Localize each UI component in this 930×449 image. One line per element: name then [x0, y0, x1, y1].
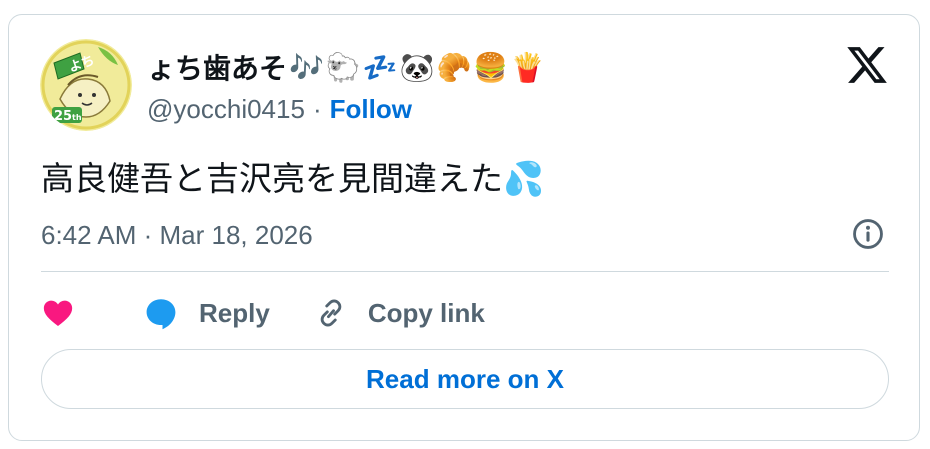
action-bar: Reply Copy link [41, 293, 485, 333]
sheep-emoji: 🐑 [325, 50, 361, 84]
avatar-badge: 25 [54, 109, 72, 124]
heart-icon [43, 300, 73, 327]
burger-emoji: 🍔 [473, 50, 509, 84]
reply-label: Reply [199, 297, 270, 328]
tweet-text: 高良健吾と吉沢亮を見間違えた💦 [41, 155, 544, 203]
display-name-text: ょち歯あそ [147, 52, 288, 85]
read-more-label: Read more on X [366, 363, 564, 394]
handle-row: @yocchi0415 · Follow [147, 91, 412, 127]
display-name[interactable]: ょち歯あそ 🎶 🐑 💤 🐼 🥐 🍔 🍟 [147, 47, 545, 87]
like-button[interactable] [41, 296, 75, 330]
sweat-droplets-emoji: 💦 [503, 159, 545, 198]
copy-link-label: Copy link [367, 297, 485, 328]
copy-link-button[interactable]: Copy link [314, 296, 485, 330]
timestamp[interactable]: 6:42 AM · Mar 18, 2026 [41, 215, 313, 255]
link-icon [320, 299, 342, 327]
croissant-emoji: 🥐 [436, 50, 472, 84]
follow-link[interactable]: Follow [330, 94, 412, 125]
tweet-body: 高良健吾と吉沢亮を見間違えた [41, 159, 503, 198]
panda-emoji: 🐼 [399, 50, 435, 84]
separator-dot: · [312, 93, 322, 124]
avatar[interactable]: よち 25 th [40, 39, 132, 131]
avatar-image: よち 25 th [40, 39, 132, 131]
avatar-badge-suffix: th [72, 113, 82, 122]
read-more-button[interactable]: Read more on X [41, 349, 889, 409]
reply-button[interactable]: Reply [143, 295, 270, 331]
divider [41, 271, 889, 272]
fries-emoji: 🍟 [510, 50, 546, 84]
music-notes-emoji: 🎶 [289, 50, 324, 84]
reply-bubble-icon [146, 299, 176, 330]
x-logo-icon[interactable] [845, 43, 889, 87]
user-handle[interactable]: @yocchi0415 [147, 94, 305, 125]
info-icon[interactable] [851, 217, 885, 251]
zzz-emoji: 💤 [362, 50, 398, 84]
tweet-card: よち 25 th ょち歯あそ 🎶 🐑 💤 🐼 🥐 🍔 🍟 @yocchi0415… [8, 14, 920, 441]
